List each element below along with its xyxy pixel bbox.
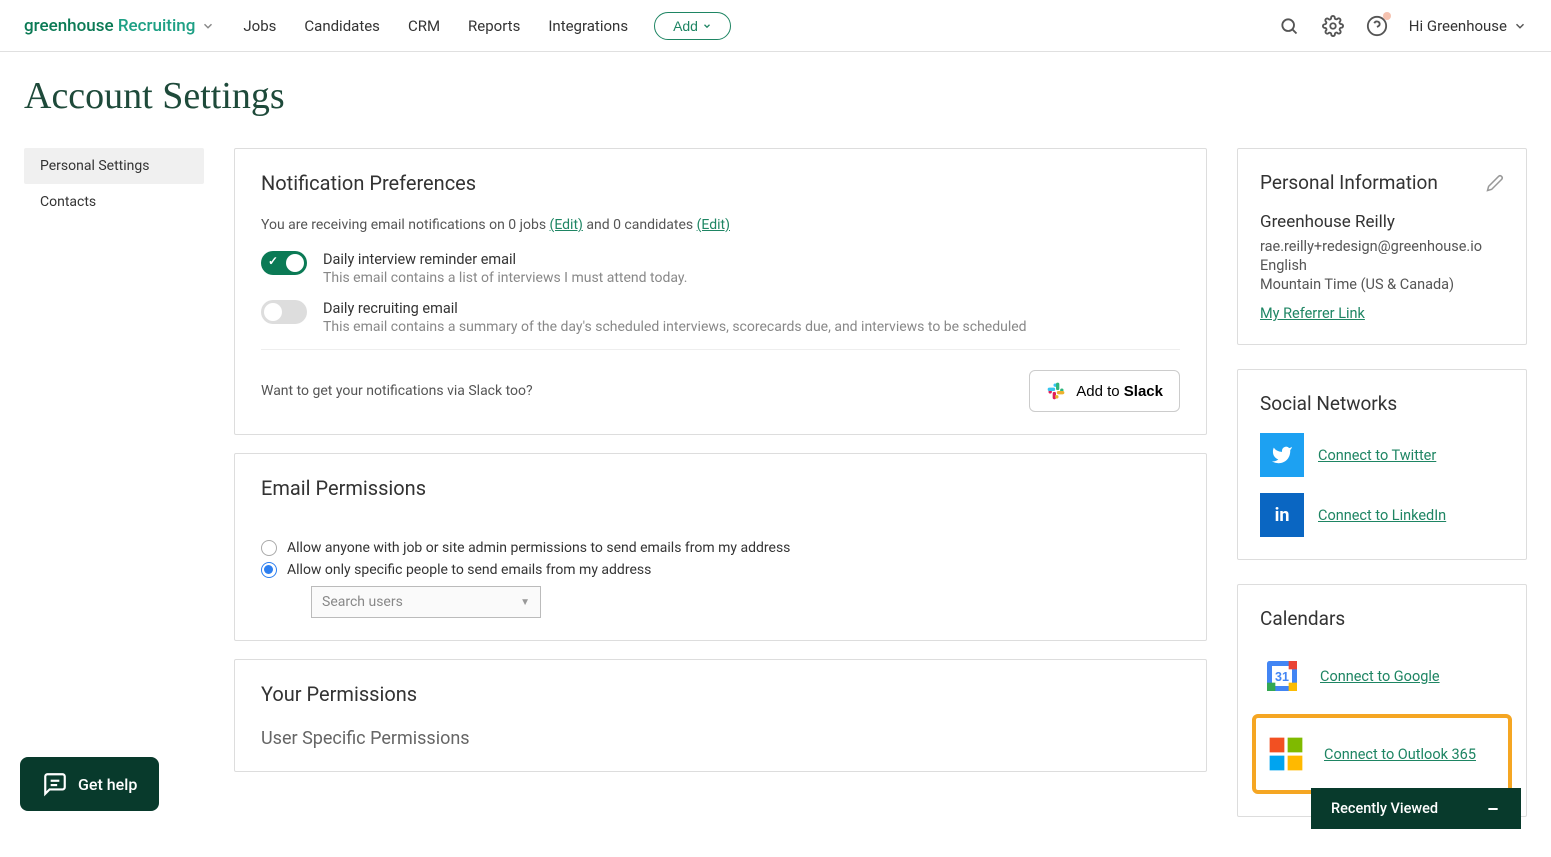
edit-icon[interactable]	[1486, 174, 1504, 192]
radio-specific[interactable]	[261, 562, 277, 578]
settings-button[interactable]	[1321, 14, 1345, 38]
notification-dot	[1383, 12, 1391, 20]
nav-reports[interactable]: Reports	[468, 17, 520, 35]
chevron-down-icon	[1513, 19, 1527, 33]
nav-candidates[interactable]: Candidates	[304, 17, 380, 35]
search-button[interactable]	[1277, 14, 1301, 38]
chat-icon	[42, 771, 68, 797]
personal-info-name: Greenhouse Reilly	[1260, 212, 1504, 232]
help-button[interactable]	[1365, 14, 1389, 38]
toggle-row-daily-recruiting: Daily recruiting email This email contai…	[261, 300, 1180, 335]
sidebar-item-contacts[interactable]: Contacts	[24, 184, 204, 220]
get-help-button[interactable]: Get help	[20, 757, 159, 811]
email-perm-option-specific[interactable]: Allow only specific people to send email…	[261, 562, 1180, 578]
slack-btn-label: Add to Slack	[1076, 383, 1163, 400]
user-specific-permissions-heading: User Specific Permissions	[261, 728, 1180, 749]
daily-recruiting-toggle[interactable]	[261, 300, 307, 324]
content: Personal Settings Contacts Notification …	[0, 128, 1551, 857]
search-users-placeholder: Search users	[322, 594, 403, 610]
twitter-icon	[1260, 433, 1304, 477]
user-menu[interactable]: Hi Greenhouse	[1409, 17, 1527, 35]
your-permissions-heading: Your Permissions	[261, 682, 1180, 706]
personal-info-email: rae.reilly+redesign@greenhouse.io	[1260, 238, 1504, 255]
connect-linkedin-link[interactable]: Connect to LinkedIn	[1318, 507, 1446, 524]
connect-twitter-link[interactable]: Connect to Twitter	[1318, 447, 1436, 464]
slack-row: Want to get your notifications via Slack…	[261, 349, 1180, 412]
main-nav: Jobs Candidates CRM Reports Integrations	[243, 17, 628, 35]
outlook-highlight: Connect to Outlook 365	[1252, 714, 1512, 794]
personal-information-heading: Personal Information	[1260, 171, 1504, 194]
chevron-down-icon	[201, 19, 215, 33]
gear-icon	[1322, 15, 1344, 37]
svg-text:31: 31	[1275, 670, 1289, 684]
social-networks-heading: Social Networks	[1260, 392, 1504, 415]
nav-crm[interactable]: CRM	[408, 17, 440, 35]
add-to-slack-button[interactable]: Add to Slack	[1029, 370, 1180, 412]
sidebar: Personal Settings Contacts	[24, 148, 204, 220]
calendar-row-outlook: Connect to Outlook 365	[1264, 726, 1500, 782]
logo[interactable]: greenhouse Recruiting	[24, 16, 215, 36]
logo-part2: Recruiting	[118, 16, 196, 36]
social-row-twitter: Connect to Twitter	[1260, 433, 1504, 477]
nav-jobs[interactable]: Jobs	[243, 17, 276, 35]
linkedin-icon: in	[1260, 493, 1304, 537]
daily-interview-label: Daily interview reminder email	[323, 251, 687, 268]
notification-preferences-card: Notification Preferences You are receivi…	[234, 148, 1207, 435]
daily-interview-toggle[interactable]	[261, 251, 307, 275]
toggle-row-daily-interview: Daily interview reminder email This emai…	[261, 251, 1180, 286]
recently-viewed-panel[interactable]: Recently Viewed	[1311, 788, 1521, 829]
daily-interview-desc: This email contains a list of interviews…	[323, 270, 687, 286]
social-networks-card: Social Networks Connect to Twitter in Co…	[1237, 369, 1527, 560]
radio-specific-label: Allow only specific people to send email…	[287, 562, 651, 578]
dropdown-arrow-icon: ▼	[520, 597, 530, 608]
radio-anyone-label: Allow anyone with job or site admin perm…	[287, 540, 790, 556]
email-permissions-heading: Email Permissions	[261, 476, 1180, 500]
daily-recruiting-label: Daily recruiting email	[323, 300, 1027, 317]
daily-recruiting-desc: This email contains a summary of the day…	[323, 319, 1027, 335]
calendars-card: Calendars 31 Connect to Google Connect t…	[1237, 584, 1527, 817]
nav-integrations[interactable]: Integrations	[548, 17, 628, 35]
top-right: Hi Greenhouse	[1277, 14, 1527, 38]
search-users-select[interactable]: Search users ▼	[311, 586, 541, 618]
personal-info-language: English	[1260, 257, 1504, 274]
chevron-down-icon	[702, 21, 712, 31]
social-row-linkedin: in Connect to LinkedIn	[1260, 493, 1504, 537]
personal-info-timezone: Mountain Time (US & Canada)	[1260, 276, 1504, 293]
email-perm-option-anyone[interactable]: Allow anyone with job or site admin perm…	[261, 540, 1180, 556]
notification-summary: You are receiving email notifications on…	[261, 217, 1180, 233]
personal-information-card: Personal Information Greenhouse Reilly r…	[1237, 148, 1527, 345]
recently-viewed-label: Recently Viewed	[1331, 800, 1438, 817]
radio-anyone[interactable]	[261, 540, 277, 556]
your-permissions-card: Your Permissions User Specific Permissio…	[234, 659, 1207, 772]
connect-google-link[interactable]: Connect to Google	[1320, 668, 1440, 685]
notification-preferences-heading: Notification Preferences	[261, 171, 1180, 195]
calendars-heading: Calendars	[1260, 607, 1504, 630]
page-title: Account Settings	[0, 52, 1551, 128]
edit-jobs-link[interactable]: (Edit)	[550, 217, 583, 233]
slack-text: Want to get your notifications via Slack…	[261, 383, 533, 399]
calendar-row-google: 31 Connect to Google	[1260, 648, 1504, 704]
add-button[interactable]: Add	[654, 12, 731, 40]
top-nav: greenhouse Recruiting Jobs Candidates CR…	[0, 0, 1551, 52]
user-menu-label: Hi Greenhouse	[1409, 17, 1507, 35]
connect-outlook-link[interactable]: Connect to Outlook 365	[1324, 746, 1476, 763]
search-icon	[1279, 16, 1299, 36]
right-column: Personal Information Greenhouse Reilly r…	[1237, 148, 1527, 817]
sidebar-item-personal-settings[interactable]: Personal Settings	[24, 148, 204, 184]
edit-candidates-link[interactable]: (Edit)	[697, 217, 730, 233]
referrer-link[interactable]: My Referrer Link	[1260, 305, 1365, 322]
microsoft-icon	[1264, 732, 1308, 776]
slack-icon	[1046, 381, 1066, 401]
get-help-label: Get help	[78, 775, 137, 794]
add-button-label: Add	[673, 18, 698, 34]
email-permissions-card: Email Permissions Allow anyone with job …	[234, 453, 1207, 641]
google-calendar-icon: 31	[1260, 654, 1304, 698]
logo-part1: greenhouse	[24, 16, 114, 36]
minimize-icon	[1485, 801, 1501, 817]
main-column: Notification Preferences You are receivi…	[234, 148, 1207, 772]
